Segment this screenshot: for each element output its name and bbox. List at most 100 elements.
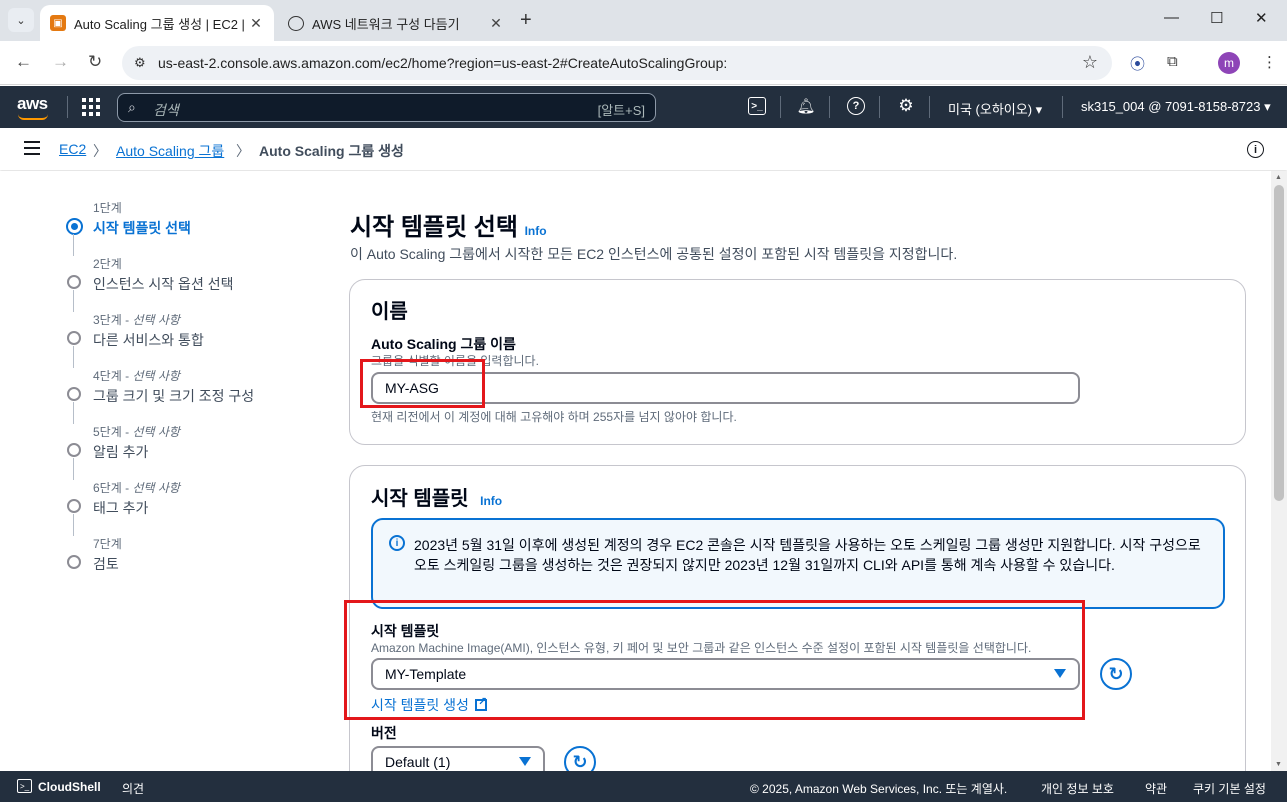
step-label: 알림 추가 bbox=[93, 444, 149, 460]
field-label: 버전 bbox=[371, 725, 397, 741]
breadcrumb-current: Auto Scaling 그룹 생성 bbox=[259, 143, 404, 159]
privacy-link[interactable]: 개인 정보 보호 bbox=[1041, 780, 1114, 797]
browser-tab-active[interactable]: ▣ Auto Scaling 그룹 생성 | EC2 | ✕ bbox=[40, 5, 274, 41]
step-indicator-icon bbox=[67, 443, 81, 457]
info-alert: i 2023년 5월 31일 이후에 생성된 계정의 경우 EC2 콘솔은 시작… bbox=[371, 518, 1225, 609]
page-subtitle: 이 Auto Scaling 그룹에서 시작한 모든 EC2 인스턴스에 공통된… bbox=[350, 246, 958, 262]
step-indicator-icon bbox=[67, 387, 81, 401]
tab-title: Auto Scaling 그룹 생성 | EC2 | bbox=[74, 16, 245, 32]
new-tab-icon[interactable]: + bbox=[520, 9, 532, 32]
search-icon: ⌕ bbox=[128, 99, 136, 115]
bookmark-star-icon[interactable]: ☆ bbox=[1082, 52, 1098, 73]
section-heading: 이름 bbox=[371, 301, 408, 323]
cloudshell-link[interactable]: CloudShell bbox=[38, 780, 101, 794]
breadcrumb-asg[interactable]: Auto Scaling 그룹 bbox=[116, 141, 224, 161]
alert-text: 2023년 5월 31일 이후에 생성된 계정의 경우 EC2 콘솔은 시작 템… bbox=[414, 537, 1201, 573]
chevron-right-icon: 〉 bbox=[93, 143, 107, 159]
cloudshell-icon[interactable]: >_ bbox=[17, 779, 32, 793]
console-footer: >_ CloudShell 의견 © 2025, Amazon Web Serv… bbox=[0, 771, 1287, 802]
tab-title: AWS 네트워크 구성 다듬기 bbox=[312, 16, 460, 32]
forward-icon[interactable]: → bbox=[52, 52, 69, 72]
divider bbox=[1062, 96, 1063, 118]
browser-tab[interactable]: AWS 네트워크 구성 다듬기 ✕ bbox=[278, 5, 514, 41]
feedback-link[interactable]: 의견 bbox=[122, 780, 144, 797]
section-heading: 시작 템플릿 Info bbox=[371, 488, 503, 510]
extension-icon[interactable]: ⦿ bbox=[1130, 53, 1145, 74]
services-grid-icon[interactable] bbox=[82, 98, 100, 116]
info-panel-icon[interactable]: i bbox=[1247, 141, 1264, 158]
breadcrumb-ec2[interactable]: EC2 bbox=[59, 141, 86, 157]
help-icon[interactable]: ? bbox=[847, 97, 865, 115]
cookie-preferences-link[interactable]: 쿠키 기본 설정 bbox=[1193, 780, 1266, 797]
info-icon: i bbox=[389, 535, 405, 551]
step-3: 3단계 - 선택 사항 다른 서비스와 통합 bbox=[66, 311, 326, 368]
main-content: 1단계 시작 템플릿 선택 2단계 인스턴스 시작 옵션 선택 3단계 - 선택… bbox=[0, 171, 1271, 771]
profile-avatar[interactable]: m bbox=[1218, 52, 1240, 74]
window-close-icon[interactable]: ✕ bbox=[1255, 9, 1268, 27]
browser-tabstrip: ⌄ ▣ Auto Scaling 그룹 생성 | EC2 | ✕ AWS 네트워… bbox=[0, 0, 1287, 41]
account-menu[interactable]: sk315_004 @ 7091-8158-8723 ▾ bbox=[1081, 99, 1271, 115]
scroll-up-icon[interactable]: ▲ bbox=[1275, 174, 1282, 181]
step-label: 검토 bbox=[93, 556, 119, 572]
aws-favicon-icon: ▣ bbox=[50, 15, 66, 31]
breadcrumb: EC2 〉 Auto Scaling 그룹 〉 Auto Scaling 그룹 … bbox=[0, 128, 1287, 170]
region-selector[interactable]: 미국 (오하이오) ▾ bbox=[948, 99, 1042, 118]
caret-down-icon bbox=[519, 757, 531, 766]
divider bbox=[879, 96, 880, 118]
back-icon[interactable]: ← bbox=[15, 52, 32, 72]
close-tab-icon[interactable]: ✕ bbox=[488, 15, 504, 32]
copyright-text: © 2025, Amazon Web Services, Inc. 또는 계열사… bbox=[750, 782, 1008, 796]
search-shortcut: [알트+S] bbox=[597, 103, 645, 118]
step-7: 7단계 검토 bbox=[66, 535, 326, 591]
search-input[interactable]: ⌕ 검색 [알트+S] bbox=[117, 93, 656, 122]
step-indicator-icon bbox=[66, 218, 83, 235]
step-indicator-icon bbox=[67, 275, 81, 289]
field-constraint: 현재 리전에서 이 계정에 대해 고유해야 하며 255자를 넘지 않아야 합니… bbox=[371, 410, 737, 424]
step-2: 2단계 인스턴스 시작 옵션 선택 bbox=[66, 255, 326, 312]
tab-search-button[interactable]: ⌄ bbox=[8, 8, 34, 32]
scroll-down-icon[interactable]: ▼ bbox=[1275, 761, 1282, 768]
wizard-steps: 1단계 시작 템플릿 선택 2단계 인스턴스 시작 옵션 선택 3단계 - 선택… bbox=[66, 199, 326, 591]
scrollbar-thumb[interactable] bbox=[1274, 185, 1284, 501]
aws-logo[interactable]: aws bbox=[17, 94, 48, 120]
close-tab-icon[interactable]: ✕ bbox=[248, 15, 264, 32]
divider bbox=[829, 96, 830, 118]
address-bar: ← → ↻ ⚙ us-east-2.console.aws.amazon.com… bbox=[0, 41, 1287, 85]
aws-top-nav: aws ⌕ 검색 [알트+S] >_ 🔔︎ ? ⚙ 미국 (오하이오) ▾ sk… bbox=[0, 86, 1287, 128]
refresh-button[interactable]: ↻ bbox=[1100, 658, 1132, 690]
step-label: 그룹 크기 및 크기 조정 구성 bbox=[93, 388, 255, 404]
step-indicator-icon bbox=[67, 555, 81, 569]
scrollbar[interactable]: ▲ ▼ bbox=[1271, 171, 1287, 771]
minimize-icon[interactable]: — bbox=[1164, 9, 1179, 26]
chatgpt-favicon-icon bbox=[288, 15, 304, 31]
step-1[interactable]: 1단계 시작 템플릿 선택 bbox=[66, 199, 326, 256]
info-link[interactable]: Info bbox=[525, 224, 547, 238]
extensions-puzzle-icon[interactable]: ⧉ bbox=[1167, 53, 1178, 70]
menu-icon[interactable] bbox=[24, 141, 40, 159]
version-select[interactable]: Default (1) bbox=[371, 746, 545, 771]
cloudshell-icon[interactable]: >_ bbox=[748, 97, 766, 115]
divider bbox=[929, 96, 930, 118]
bell-icon[interactable]: 🔔︎ bbox=[796, 97, 815, 115]
highlight-box bbox=[344, 600, 1085, 720]
highlight-box bbox=[360, 359, 485, 408]
step-indicator-icon bbox=[67, 331, 81, 345]
info-link[interactable]: Info bbox=[480, 494, 502, 508]
step-label[interactable]: 시작 템플릿 선택 bbox=[93, 218, 326, 238]
gear-icon[interactable]: ⚙ bbox=[897, 96, 915, 115]
step-label: 인스턴스 시작 옵션 선택 bbox=[93, 276, 234, 292]
version-refresh-button[interactable]: ↻ bbox=[564, 746, 596, 771]
divider bbox=[67, 96, 68, 118]
step-4: 4단계 - 선택 사항 그룹 크기 및 크기 조정 구성 bbox=[66, 367, 326, 424]
aws-smile-icon bbox=[18, 114, 48, 120]
reload-icon[interactable]: ↻ bbox=[88, 52, 102, 72]
terms-link[interactable]: 약관 bbox=[1145, 780, 1167, 797]
url-field[interactable]: ⚙ us-east-2.console.aws.amazon.com/ec2/h… bbox=[122, 46, 1112, 80]
page-title: 시작 템플릿 선택 Info bbox=[350, 214, 547, 241]
field-label: Auto Scaling 그룹 이름 bbox=[371, 336, 516, 352]
step-indicator-icon bbox=[67, 499, 81, 513]
url-text: us-east-2.console.aws.amazon.com/ec2/hom… bbox=[158, 55, 728, 71]
site-settings-icon[interactable]: ⚙ bbox=[134, 55, 146, 71]
maximize-icon[interactable]: ☐ bbox=[1210, 9, 1223, 27]
browser-menu-icon[interactable]: ⋮ bbox=[1262, 53, 1277, 71]
